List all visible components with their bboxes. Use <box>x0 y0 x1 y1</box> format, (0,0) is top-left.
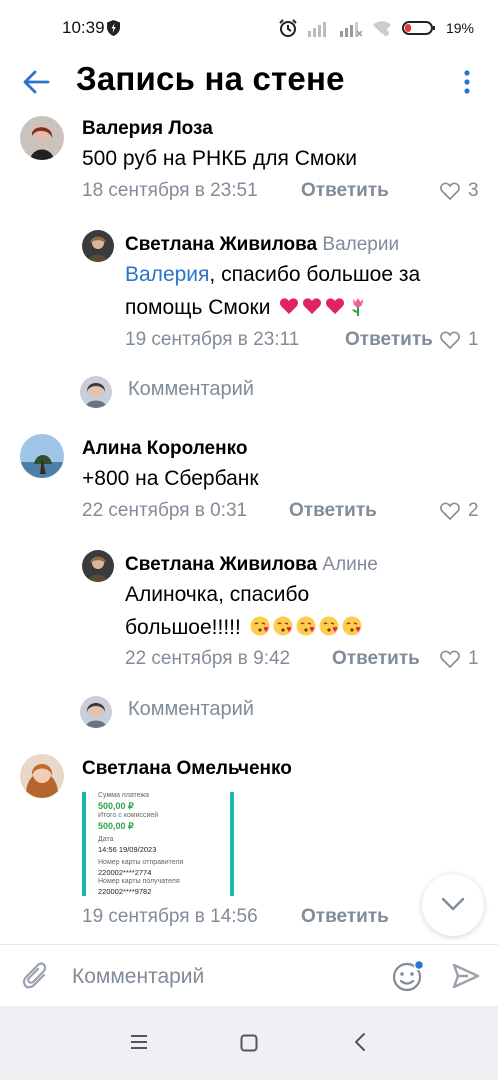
reply-author[interactable]: Светлана Живилова Валерии <box>125 234 399 256</box>
reply-author-name[interactable]: Светлана Живилова <box>125 234 317 255</box>
comments-feed[interactable]: Валерия Лоза 500 руб на РНКБ для Смоки 1… <box>0 112 498 942</box>
comment-composer: Комментарий <box>0 944 498 1006</box>
alarm-icon <box>279 19 297 37</box>
like-button[interactable]: 3 <box>440 180 479 202</box>
avatar[interactable] <box>20 754 64 798</box>
home-square-icon[interactable] <box>240 1034 258 1052</box>
status-bar: 10:39 19% <box>0 0 498 56</box>
comment-date: 18 сентября в 23:51 <box>82 180 258 201</box>
heart-emoji-icon <box>303 298 322 314</box>
receipt-line: Сумма платежа <box>98 792 150 799</box>
like-count: 3 <box>468 180 479 201</box>
mention-link[interactable]: Валерия <box>125 263 209 286</box>
comment-input[interactable]: Комментарий <box>72 965 204 989</box>
more-vertical-icon[interactable] <box>460 68 474 96</box>
system-nav-bar <box>0 1006 498 1080</box>
comment-author[interactable]: Светлана Омельченко <box>82 758 292 780</box>
comment-prompt[interactable]: Комментарий <box>0 692 498 732</box>
tulip-emoji-icon <box>352 298 364 316</box>
battery-percent: 19% <box>445 20 474 36</box>
status-time: 10:39 <box>62 18 105 37</box>
reply-author-name[interactable]: Светлана Живилова <box>125 554 317 575</box>
like-button[interactable]: 1 <box>440 329 479 351</box>
reply-date: 22 сентября в 9:42 <box>125 648 291 669</box>
reply-target: Валерии <box>322 234 400 255</box>
kiss-emoji-icon <box>273 616 293 636</box>
shield-icon <box>107 20 120 36</box>
receipt-line: 14:56 19/09/2023 <box>98 845 157 854</box>
receipt-line: 500,00 ₽ <box>98 821 134 831</box>
receipt-line: 220002****2774 <box>98 868 152 877</box>
reply-button[interactable]: Ответить <box>345 329 433 351</box>
payment-receipt-image[interactable]: Сумма платежа 500,00 ₽ Итого с комиссией… <box>82 792 234 896</box>
battery-icon <box>401 21 435 35</box>
like-button[interactable]: 2 <box>440 500 479 522</box>
comment-prompt-label[interactable]: Комментарий <box>128 698 254 721</box>
page-title: Запись на стене <box>76 60 345 97</box>
avatar[interactable] <box>20 116 64 160</box>
heart-icon <box>440 331 460 349</box>
comment-prompt[interactable]: Комментарий <box>0 372 498 412</box>
receipt-line: 220002****9782 <box>98 887 152 896</box>
heart-icon <box>440 650 460 668</box>
receipt-line: Итого с комиссией <box>98 812 159 819</box>
reply-button[interactable]: Ответить <box>289 500 377 522</box>
status-icons: 19% <box>278 16 474 40</box>
wifi-icon <box>372 21 391 36</box>
back-arrow-icon[interactable] <box>22 68 50 96</box>
app-bar: Запись на стене <box>0 56 498 112</box>
comment-text: +800 на Сбербанк <box>82 467 259 490</box>
reply-target: Алине <box>322 554 378 575</box>
avatar[interactable] <box>82 550 114 582</box>
reply-button[interactable]: Ответить <box>301 906 389 928</box>
like-count: 1 <box>468 648 479 669</box>
avatar[interactable] <box>82 230 114 262</box>
comment-prompt-label[interactable]: Комментарий <box>128 378 254 401</box>
send-icon[interactable] <box>452 963 480 989</box>
recents-menu-icon[interactable] <box>130 1034 148 1050</box>
paperclip-icon[interactable] <box>22 961 50 991</box>
signal-icon <box>307 22 326 37</box>
like-button[interactable]: 1 <box>440 648 479 670</box>
reply-date: 19 сентября в 23:11 <box>125 329 300 350</box>
kiss-emoji-icon <box>342 616 362 636</box>
receipt-line: Дата <box>98 836 114 843</box>
like-count: 2 <box>468 500 479 521</box>
heart-emoji-icon <box>280 298 299 314</box>
back-chevron-icon[interactable] <box>354 1032 366 1052</box>
reply-author[interactable]: Светлана Живилова Алине <box>125 554 378 576</box>
avatar <box>80 376 112 408</box>
receipt-line: 500,00 ₽ <box>98 801 134 811</box>
receipt-line: Номер карты получателя <box>98 878 180 885</box>
comment-item: Алина Короленко +800 на Сбербанк 22 сент… <box>0 430 498 750</box>
comment-author[interactable]: Алина Короленко <box>82 438 247 460</box>
reply-text: Алиночка, спасибо большое!!!!! <box>125 578 365 644</box>
reply-button[interactable]: Ответить <box>332 648 420 670</box>
heart-emoji-icon <box>326 298 345 314</box>
comment-item: Валерия Лоза 500 руб на РНКБ для Смоки 1… <box>0 112 498 412</box>
chevron-down-icon <box>441 897 465 911</box>
receipt-line: Номер карты отправителя <box>98 859 184 866</box>
heart-icon <box>440 502 460 520</box>
comment-date: 22 сентября в 0:31 <box>82 500 248 521</box>
kiss-emoji-icon <box>296 616 316 636</box>
sticker-icon[interactable] <box>392 959 426 993</box>
reply-button[interactable]: Ответить <box>301 180 389 202</box>
avatar <box>80 696 112 728</box>
kiss-emoji-icon <box>319 616 339 636</box>
avatar[interactable] <box>20 434 64 478</box>
signal-icon-2 <box>339 22 362 37</box>
like-count: 1 <box>468 329 479 350</box>
kiss-emoji-icon <box>250 616 270 636</box>
comment-text: 500 руб на РНКБ для Смоки <box>82 147 357 170</box>
comment-date: 19 сентября в 14:56 <box>82 906 258 927</box>
comment-author[interactable]: Валерия Лоза <box>82 118 213 140</box>
reply-text: Валерия, спасибо большое за помощь Смоки <box>125 258 465 324</box>
heart-icon <box>440 182 460 200</box>
scroll-down-button[interactable] <box>422 874 484 936</box>
